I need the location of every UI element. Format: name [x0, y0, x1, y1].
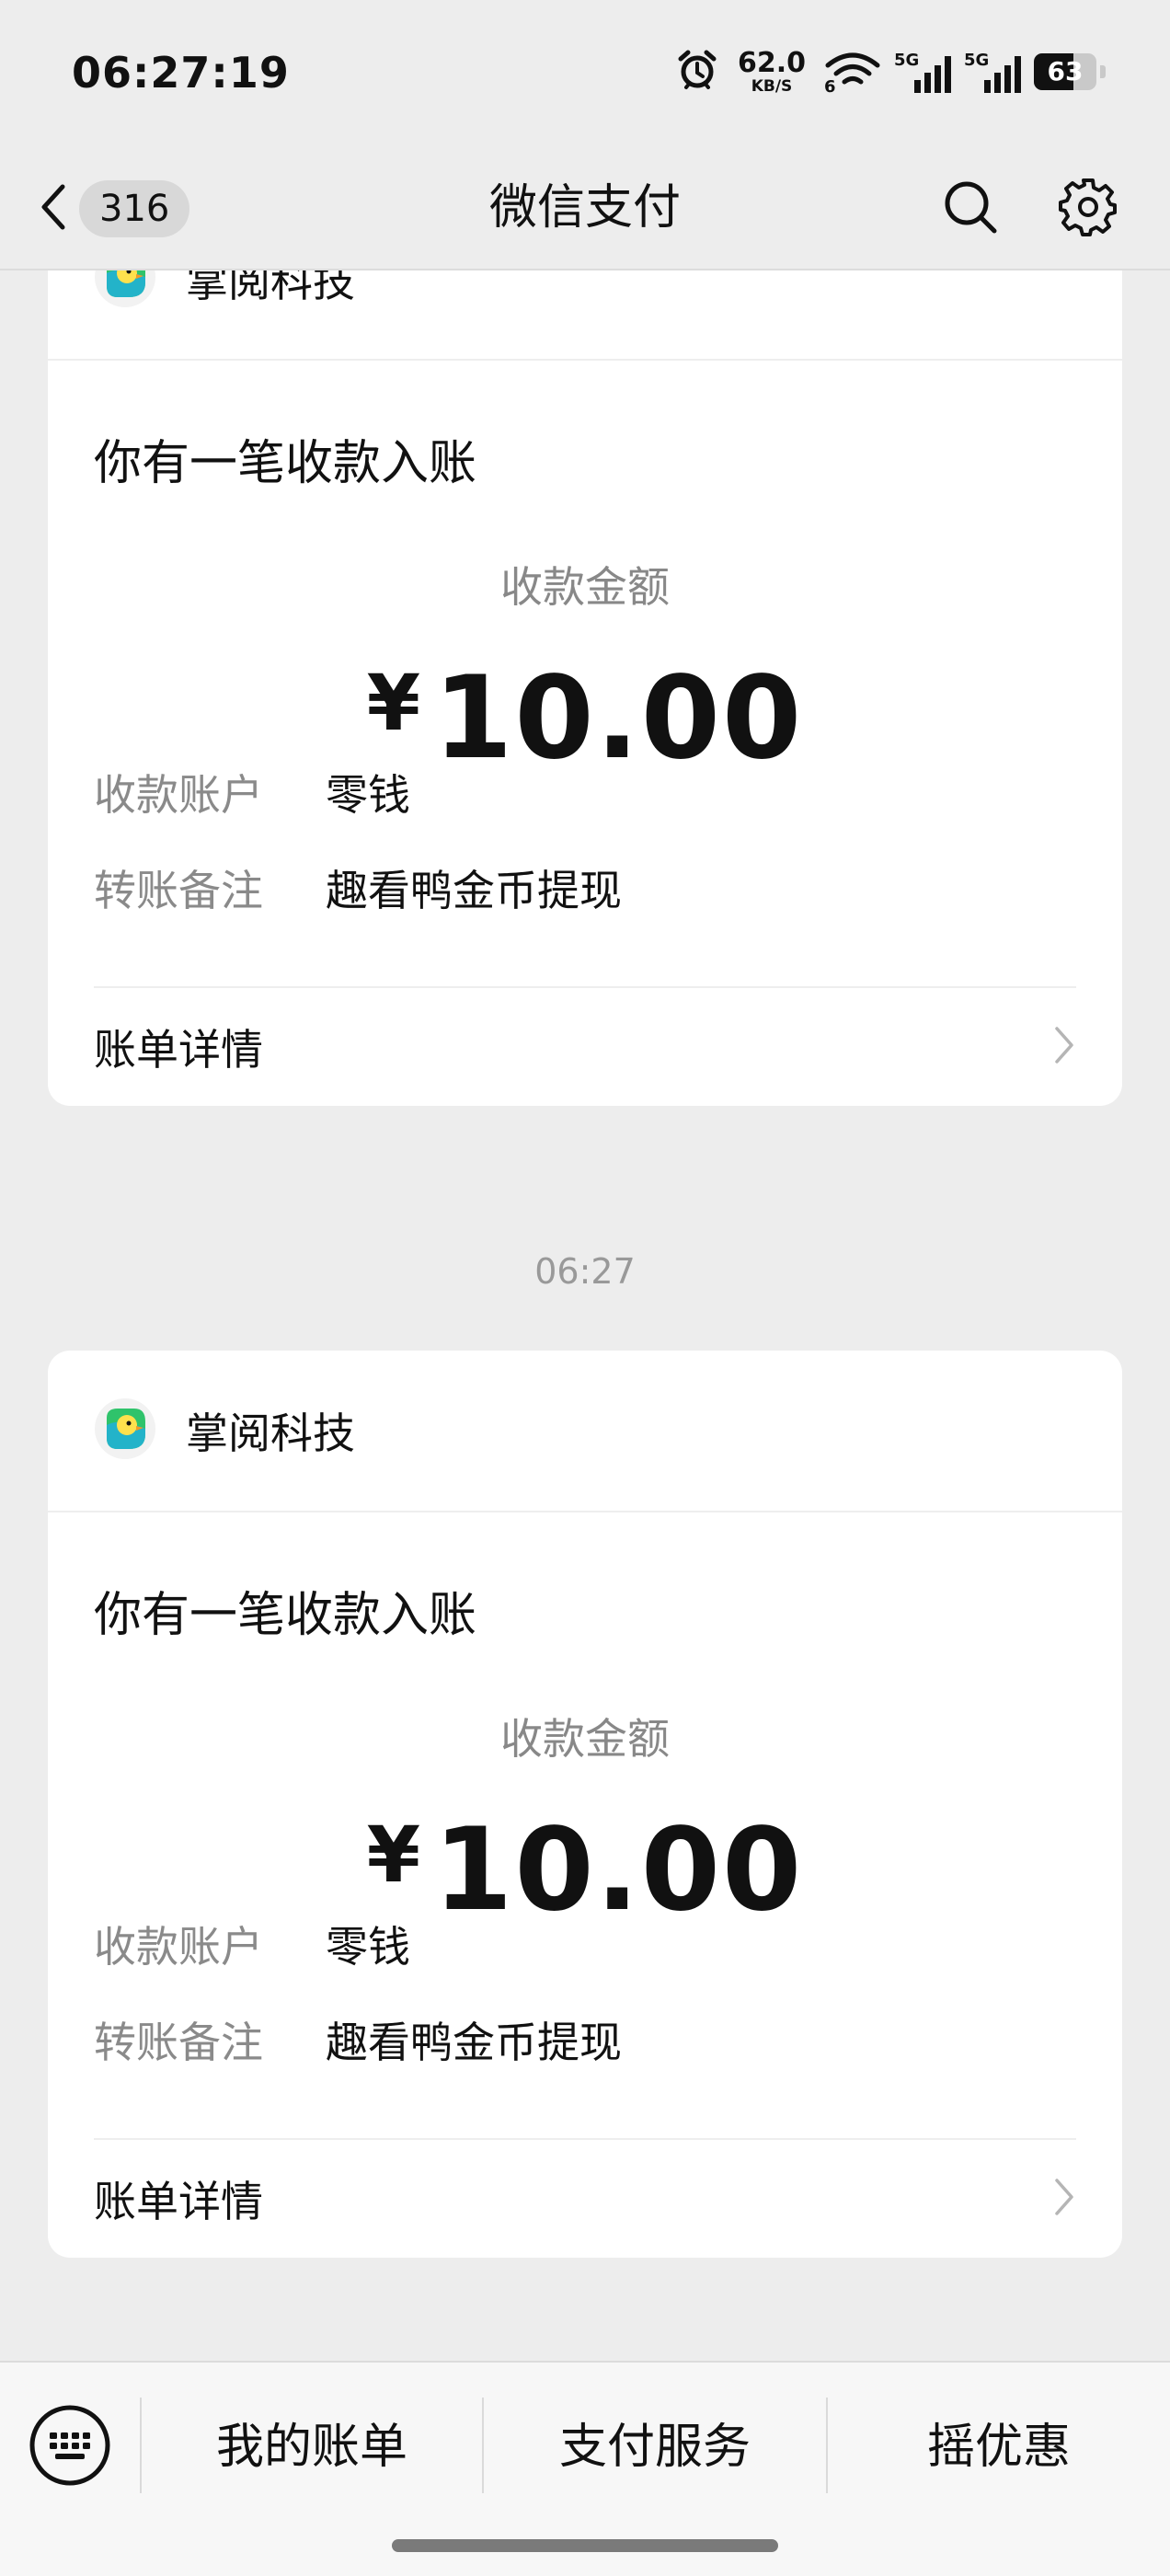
info-value: 零钱 — [326, 770, 410, 820]
sim2-signal-icon: 5G — [964, 51, 1021, 93]
alarm-icon — [675, 48, 719, 96]
notice-title: 你有一笔收款入账 — [94, 1588, 477, 1643]
chevron-right-icon — [1052, 1025, 1076, 1069]
unread-count-badge: 316 — [79, 180, 190, 237]
menu-payment-services[interactable]: 支付服务 — [484, 2396, 826, 2499]
amount-value: 10.00 — [433, 1804, 804, 1937]
app-logo-icon — [94, 1397, 186, 1464]
chevron-left-icon — [37, 179, 70, 238]
info-value: 零钱 — [326, 1922, 410, 1972]
card-header: 掌阅科技 — [48, 1351, 1122, 1512]
wechat-pay-screen: 06:27:19 62.0 KB/S 6 5G 5G 63 微信支付 316 掌… — [0, 0, 1170, 2576]
chevron-right-icon — [1052, 2177, 1076, 2221]
amount-label: 收款金额 — [500, 562, 670, 612]
home-indicator[interactable] — [392, 2539, 778, 2552]
currency-symbol: ¥ — [366, 1810, 421, 1900]
app-name: 掌阅科技 — [186, 270, 355, 306]
message-time: 06:27 — [534, 1251, 636, 1292]
info-value: 趣看鸭金币提现 — [326, 2018, 622, 2067]
payment-card[interactable]: 掌阅科技 你有一笔收款入账 收款金额 ¥10.00 收款账户 零钱 转账备注 趣… — [48, 270, 1122, 1106]
search-button[interactable] — [938, 177, 1003, 241]
amount: ¥10.00 — [94, 1790, 1076, 1935]
amount-label: 收款金额 — [500, 1714, 670, 1764]
notice-title: 你有一笔收款入账 — [94, 436, 477, 491]
battery-icon: 63 — [1034, 53, 1106, 90]
info-label: 转账备注 — [94, 866, 263, 915]
network-speed: 62.0 KB/S — [737, 46, 806, 96]
network-speed-value: 62.0 — [737, 46, 806, 79]
sim1-signal-icon: 5G — [894, 51, 951, 93]
wifi-tag: 6 — [824, 77, 836, 97]
payment-card[interactable]: 掌阅科技 你有一笔收款入账 收款金额 ¥10.00 收款账户 零钱 转账备注 趣… — [48, 1351, 1122, 2258]
settings-button[interactable] — [1056, 177, 1120, 241]
info-label: 收款账户 — [94, 770, 263, 820]
info-label: 收款账户 — [94, 1922, 263, 1972]
status-icons: 62.0 KB/S 6 5G 5G 63 — [675, 44, 1106, 99]
bill-detail-link[interactable]: 账单详情 — [94, 986, 1076, 1106]
card-header: 掌阅科技 — [48, 270, 1122, 361]
info-label: 转账备注 — [94, 2018, 263, 2067]
info-row-remark: 转账备注 趣看鸭金币提现 — [94, 863, 1076, 918]
wifi-icon: 6 — [824, 51, 881, 97]
status-bar: 06:27:19 62.0 KB/S 6 5G 5G 63 — [0, 0, 1170, 147]
info-row-remark: 转账备注 趣看鸭金币提现 — [94, 2015, 1076, 2070]
search-icon — [942, 178, 999, 239]
menu-my-bills[interactable]: 我的账单 — [142, 2396, 482, 2499]
bill-detail-link[interactable]: 账单详情 — [94, 2138, 1076, 2258]
message-list[interactable]: 掌阅科技 你有一笔收款入账 收款金额 ¥10.00 收款账户 零钱 转账备注 趣… — [0, 270, 1170, 2361]
network-speed-unit: KB/S — [751, 76, 793, 96]
amount: ¥10.00 — [94, 638, 1076, 783]
currency-symbol: ¥ — [366, 658, 421, 748]
bill-detail-label: 账单详情 — [94, 1025, 263, 1075]
keyboard-toggle-button[interactable] — [28, 2405, 112, 2490]
gear-icon — [1058, 177, 1118, 241]
bill-detail-label: 账单详情 — [94, 2177, 263, 2226]
amount-value: 10.00 — [433, 652, 804, 785]
keyboard-icon — [28, 2403, 112, 2491]
back-button[interactable]: 316 — [37, 167, 190, 250]
app-logo-icon — [94, 270, 186, 312]
app-name: 掌阅科技 — [186, 1409, 355, 1458]
nav-bar: 微信支付 316 — [0, 147, 1170, 269]
menu-shake-offers[interactable]: 摇优惠 — [828, 2396, 1170, 2499]
status-time: 06:27:19 — [72, 48, 290, 98]
info-value: 趣看鸭金币提现 — [326, 866, 622, 915]
battery-level: 63 — [1047, 56, 1084, 86]
